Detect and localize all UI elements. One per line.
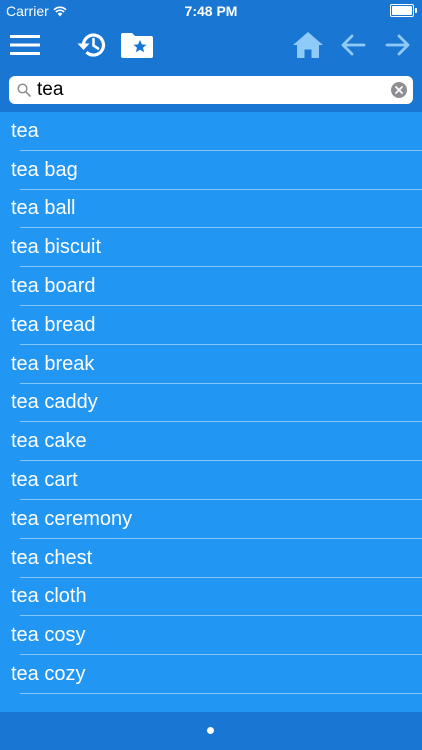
list-item[interactable]: tea cloth — [0, 578, 422, 617]
list-item[interactable]: tea — [0, 112, 422, 151]
status-bar: Carrier 7:48 PM — [0, 0, 422, 22]
search-input[interactable] — [37, 78, 387, 102]
list-item[interactable]: tea cart — [0, 461, 422, 500]
list-item[interactable]: tea caddy — [0, 384, 422, 423]
list-item[interactable]: tea bag — [0, 151, 422, 190]
list-item[interactable]: tea biscuit — [0, 228, 422, 267]
search-box — [9, 76, 413, 104]
list-item[interactable]: tea break — [0, 345, 422, 384]
search-icon — [17, 83, 31, 97]
battery-icon — [390, 4, 417, 17]
toolbar — [0, 22, 422, 68]
back-arrow-icon — [341, 34, 366, 56]
list-item[interactable]: tea board — [0, 267, 422, 306]
forward-arrow-icon — [385, 34, 410, 56]
favorites-button[interactable] — [119, 22, 155, 68]
list-item[interactable]: tea chest — [0, 539, 422, 578]
back-button[interactable] — [338, 22, 368, 68]
menu-icon — [10, 35, 40, 55]
favorites-folder-icon — [121, 33, 153, 58]
search-area — [0, 68, 422, 112]
list-item[interactable]: tea cosy — [0, 616, 422, 655]
history-button[interactable] — [73, 22, 111, 68]
page-indicator-dot — [207, 727, 214, 734]
results-list: tea tea bag tea ball tea biscuit tea boa… — [0, 112, 422, 712]
home-button[interactable] — [290, 22, 326, 68]
clear-search-icon[interactable] — [391, 82, 407, 98]
history-icon — [77, 33, 106, 57]
list-item[interactable]: tea ball — [0, 190, 422, 229]
list-item[interactable]: tea cake — [0, 422, 422, 461]
clock: 7:48 PM — [184, 3, 238, 19]
forward-button[interactable] — [383, 22, 413, 68]
menu-button[interactable] — [8, 22, 42, 68]
list-item[interactable]: tea cozy — [0, 655, 422, 694]
list-item[interactable]: tea ceremony — [0, 500, 422, 539]
home-icon — [293, 32, 323, 58]
list-item[interactable]: tea bread — [0, 306, 422, 345]
bottom-bar — [0, 712, 422, 750]
